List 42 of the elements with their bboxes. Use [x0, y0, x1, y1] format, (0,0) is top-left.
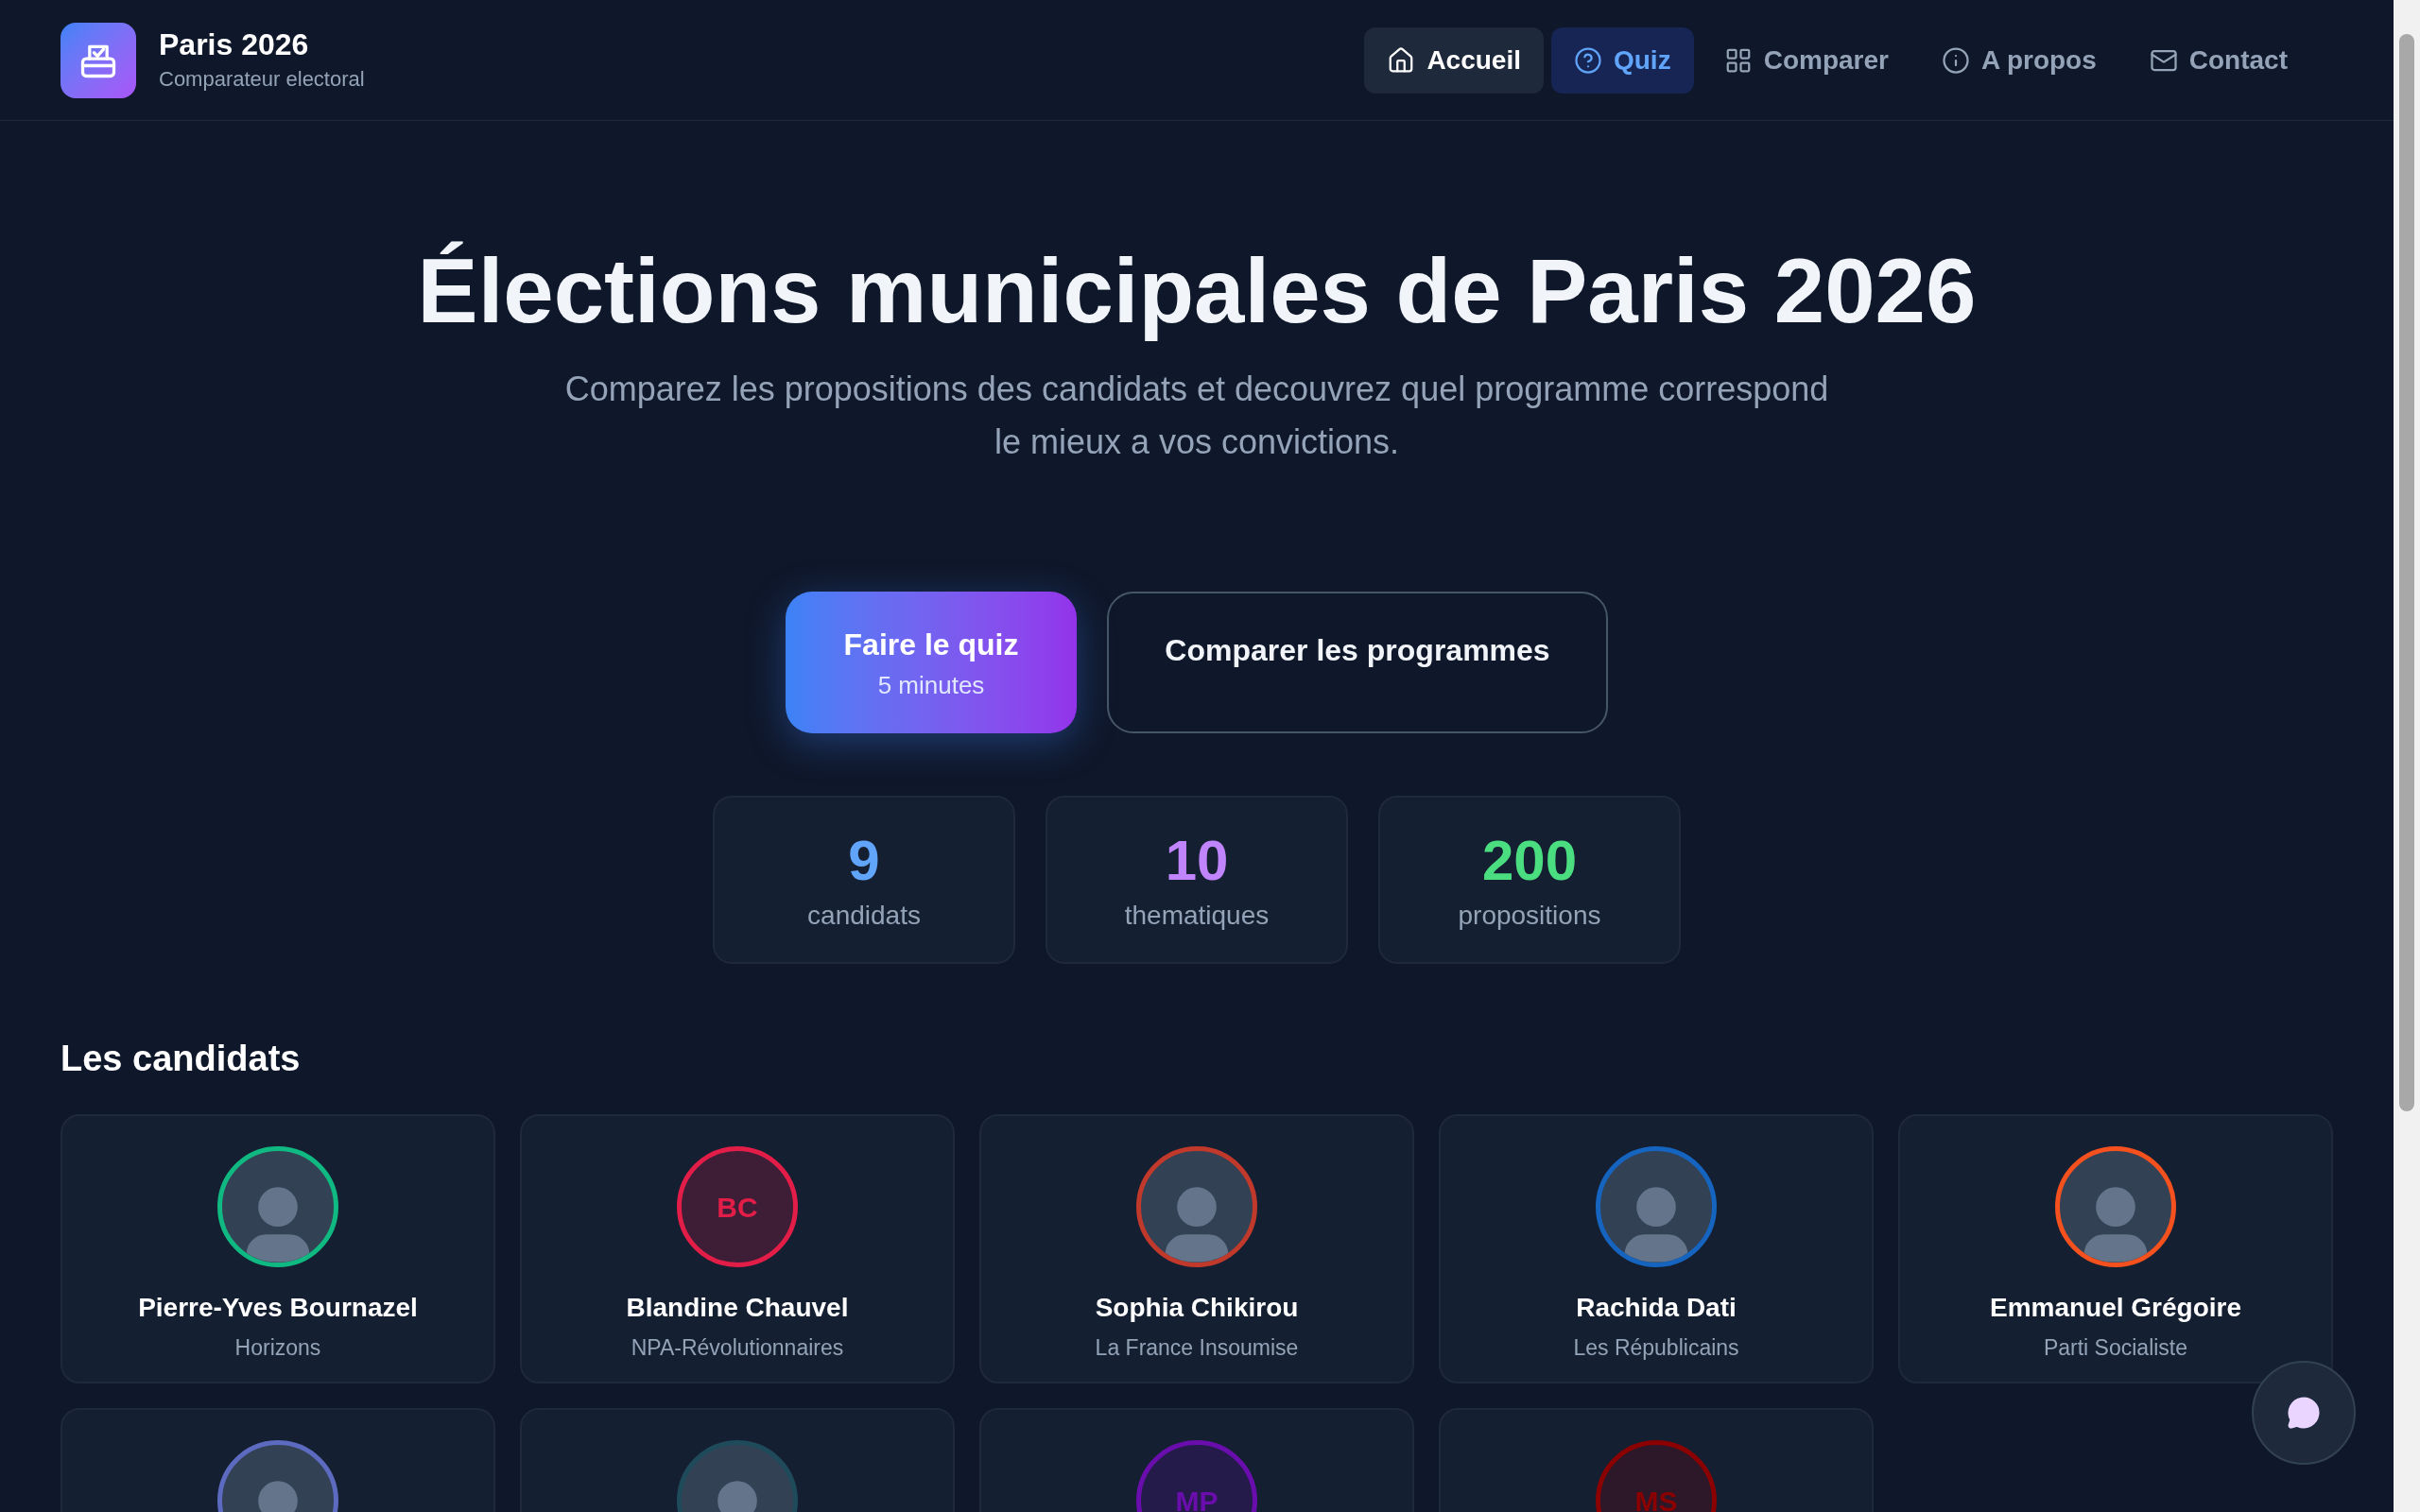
candidate-initials-avatar: MP — [1136, 1440, 1257, 1512]
candidate-card[interactable]: Emmanuel Grégoire Parti Socialiste — [1898, 1114, 2333, 1383]
candidate-name: Sophia Chikirou — [1095, 1292, 1299, 1324]
stat-value: 9 — [848, 827, 880, 894]
quiz-button[interactable]: Faire le quiz 5 minutes — [786, 592, 1077, 733]
button-label: Faire le quiz — [843, 626, 1019, 663]
hero-title: Élections municipales de Paris 2026 — [417, 239, 1977, 343]
help-icon — [1574, 45, 1602, 75]
ballot-box-logo-icon — [60, 22, 136, 98]
candidate-name: Pierre-Yves Bournazel — [138, 1292, 418, 1324]
candidate-party: Horizons — [234, 1334, 321, 1362]
stat-label: thematiques — [1124, 899, 1270, 932]
candidate-party: Les Républicains — [1573, 1334, 1739, 1362]
candidate-party: La France Insoumise — [1095, 1334, 1299, 1362]
stat-label: candidats — [807, 899, 921, 932]
candidate-initials-avatar: MS — [1596, 1440, 1717, 1512]
button-sublabel: 5 minutes — [877, 669, 985, 701]
candidate-name: Blandine Chauvel — [626, 1292, 849, 1324]
candidate-name: Emmanuel Grégoire — [1989, 1292, 2242, 1324]
candidate-card[interactable]: Pierre-Yves Bournazel Horizons — [60, 1114, 495, 1383]
stat-value: 200 — [1481, 827, 1578, 894]
app-title: Paris 2026 — [159, 26, 310, 63]
candidate-card[interactable]: Rachida Dati Les Républicains — [1439, 1114, 1874, 1383]
chat-bubble-icon — [2287, 1396, 2321, 1430]
nav-tab[interactable]: Contact — [2126, 26, 2310, 94]
compare-button[interactable]: Comparer les programmes — [1107, 592, 1608, 733]
nav-tab[interactable]: Comparer — [1701, 26, 1911, 94]
hero-subtitle: Comparez les propositions des candidats et decouvrez quel programme correspond le mieux a vos convictions. — [563, 369, 1830, 463]
candidate-card[interactable]: Sophia Chikirou La France Insoumise — [979, 1114, 1414, 1383]
nav-tab[interactable]: Quiz — [1551, 26, 1694, 94]
nav-tab[interactable]: A propos — [1918, 26, 2119, 94]
info-icon — [1941, 45, 1970, 75]
candidate-initials-avatar: BC — [677, 1146, 798, 1267]
section-heading: Les candidats — [60, 1038, 301, 1080]
app-subtitle: Comparateur electoral — [159, 66, 365, 93]
candidate-party: Parti Socialiste — [2043, 1334, 2188, 1362]
nav-tab[interactable]: Accueil — [1364, 26, 1544, 94]
candidate-card[interactable]: BC Blandine Chauvel NPA-Révolutionnaires — [520, 1114, 955, 1383]
candidate-party: NPA-Révolutionnaires — [631, 1334, 844, 1362]
candidate-name: Rachida Dati — [1576, 1292, 1737, 1324]
stat-label: propositions — [1458, 899, 1601, 932]
stat-value: 10 — [1165, 827, 1229, 894]
